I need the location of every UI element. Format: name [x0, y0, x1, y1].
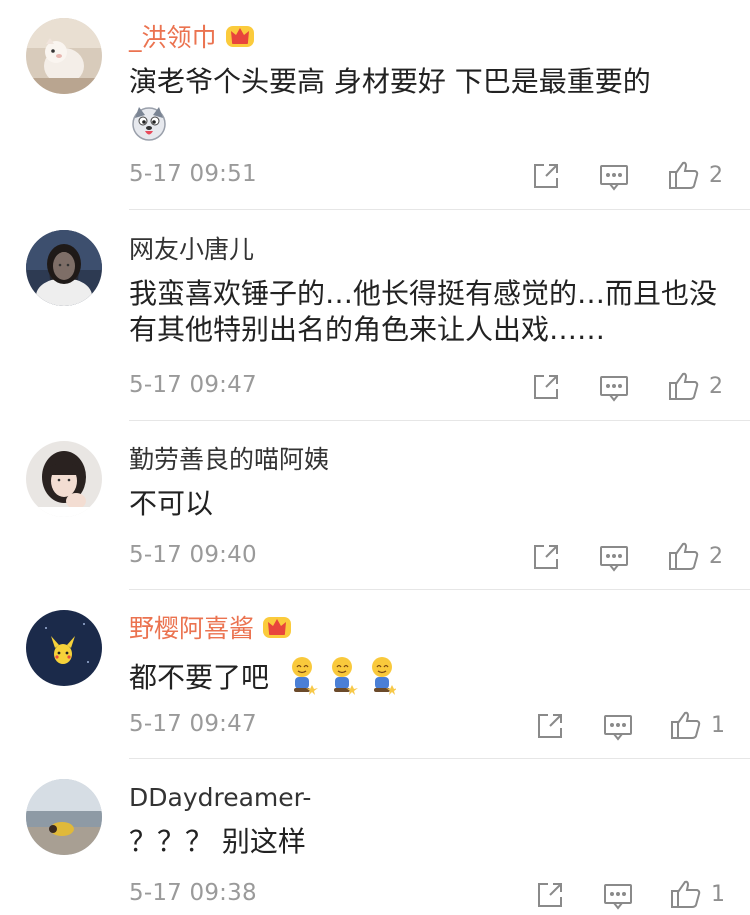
reply-icon[interactable] — [603, 883, 633, 915]
comment-text: 都不要了吧 — [129, 655, 729, 704]
avatar[interactable] — [26, 610, 102, 686]
like-button[interactable] — [668, 371, 700, 405]
reply-icon[interactable] — [599, 545, 629, 577]
comment-item: _洪领巾 演老爷个头要高 身材要好 下巴是最重要的 5-17 09:51 2 — [0, 0, 750, 210]
comment-text: 演老爷个头要高 身材要好 下巴是最重要的 — [129, 65, 651, 98]
timestamp: 5-17 09:40 — [129, 542, 257, 568]
avatar[interactable] — [26, 779, 102, 855]
avatar[interactable] — [26, 441, 102, 517]
like-count: 1 — [711, 882, 725, 907]
timestamp: 5-17 09:51 — [129, 161, 257, 187]
like-count: 2 — [709, 374, 723, 399]
comment-item: 网友小唐儿 我蛮喜欢锤子的…他长得挺有感觉的…而且也没有其他特别出名的角色来让人… — [0, 210, 750, 421]
kneeling-smile-emoji — [288, 655, 398, 704]
username[interactable]: 网友小唐儿 — [129, 234, 254, 266]
repost-icon[interactable] — [532, 162, 560, 194]
username[interactable]: 勤劳善良的喵阿姨 — [129, 444, 329, 476]
comment-item: 勤劳善良的喵阿姨 不可以 5-17 09:40 2 — [0, 420, 750, 590]
comment-text: 不可以 — [129, 487, 214, 520]
timestamp: 5-17 09:47 — [129, 711, 257, 737]
repost-icon[interactable] — [532, 373, 560, 405]
reply-icon[interactable] — [599, 164, 629, 196]
like-button[interactable] — [670, 879, 702, 913]
comment-text: ？？？ 别这样 — [129, 825, 306, 858]
timestamp: 5-17 09:47 — [129, 372, 257, 398]
timestamp: 5-17 09:38 — [129, 880, 257, 906]
comment-item: 野樱阿喜酱 都不要了吧 5-17 09:47 1 — [0, 589, 750, 759]
username[interactable]: 野樱阿喜酱 — [129, 613, 292, 647]
like-count: 2 — [709, 544, 723, 569]
comment-text: 我蛮喜欢锤子的…他长得挺有感觉的…而且也没有其他特别出名的角色来让人出戏…… — [129, 277, 718, 346]
repost-icon[interactable] — [536, 712, 564, 744]
crown-icon — [225, 22, 255, 56]
comment-item: DDaydreamer- ？？？ 别这样 5-17 09:38 1 — [0, 758, 750, 910]
username[interactable]: DDaydreamer- — [129, 782, 311, 814]
like-count: 1 — [711, 713, 725, 738]
reply-icon[interactable] — [599, 375, 629, 407]
like-button[interactable] — [670, 710, 702, 744]
avatar[interactable] — [26, 230, 102, 306]
crown-icon — [262, 613, 292, 647]
username[interactable]: _洪领巾 — [129, 22, 255, 56]
comment-list: _洪领巾 演老爷个头要高 身材要好 下巴是最重要的 5-17 09:51 2 网… — [0, 0, 750, 910]
like-button[interactable] — [668, 541, 700, 575]
repost-icon[interactable] — [536, 881, 564, 913]
reply-icon[interactable] — [603, 714, 633, 746]
like-count: 2 — [709, 163, 723, 188]
avatar[interactable] — [26, 18, 102, 94]
repost-icon[interactable] — [532, 543, 560, 575]
like-button[interactable] — [668, 160, 700, 194]
dog-face-emoji — [130, 104, 168, 146]
